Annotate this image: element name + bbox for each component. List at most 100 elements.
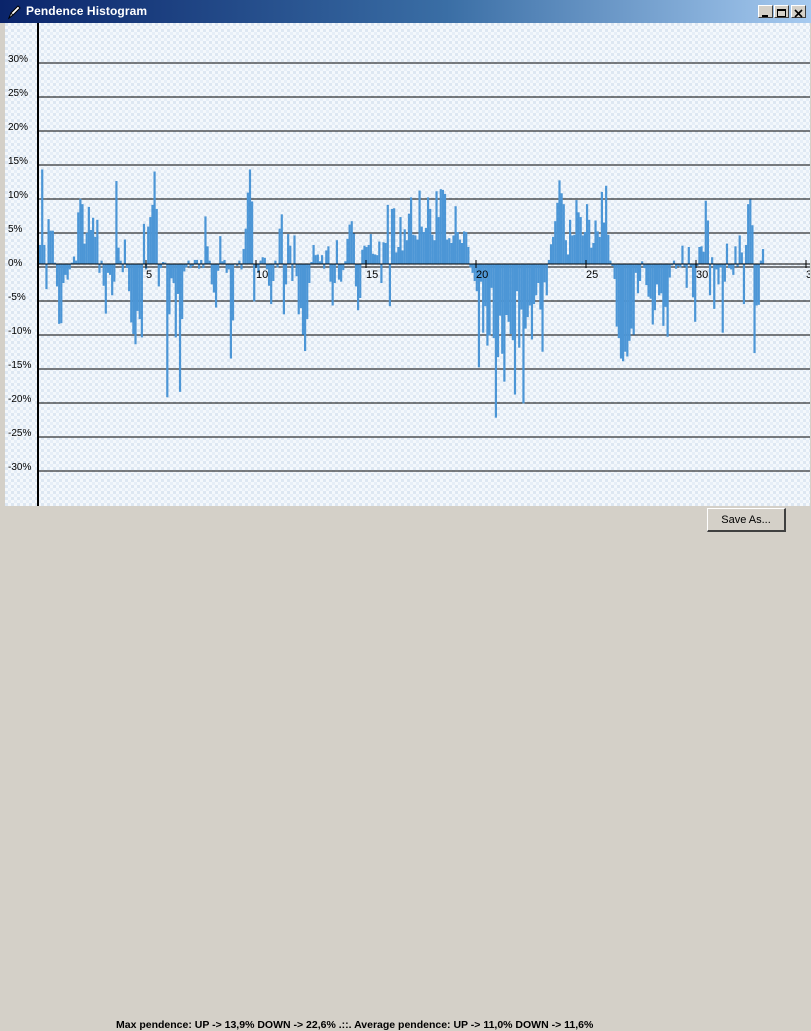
- histogram-bar: [130, 264, 133, 323]
- histogram-bar: [541, 264, 544, 352]
- histogram-bar: [530, 264, 534, 340]
- histogram-bar: [496, 264, 500, 358]
- histogram-bar: [509, 264, 512, 335]
- minimize-icon: [762, 15, 768, 17]
- histogram-bar: [39, 244, 42, 264]
- histogram-bar: [329, 264, 332, 282]
- histogram-bar: [342, 264, 345, 271]
- histogram-bar: [583, 232, 587, 264]
- histogram-bar: [734, 246, 737, 264]
- histogram-bar: [272, 264, 275, 281]
- histogram-bar: [325, 250, 328, 264]
- histogram-bar: [149, 217, 152, 264]
- histogram-bar: [198, 264, 201, 269]
- histogram-bar: [49, 230, 52, 264]
- histogram-bar: [369, 234, 372, 264]
- histogram-bar: [51, 230, 54, 264]
- histogram-bar: [412, 234, 415, 264]
- y-tick-label: -25%: [8, 428, 31, 439]
- histogram-bar: [297, 264, 300, 315]
- histogram-bar: [492, 264, 495, 339]
- y-tick-label: -5%: [8, 292, 26, 303]
- histogram-bar: [410, 197, 413, 264]
- histogram-bar: [45, 264, 48, 290]
- histogram-bar: [668, 264, 671, 278]
- histogram-bar: [386, 204, 389, 264]
- histogram-bar: [753, 264, 756, 354]
- histogram-bar: [357, 264, 360, 311]
- histogram-bar: [244, 228, 247, 264]
- histogram-bar: [397, 247, 400, 264]
- maximize-icon: [777, 9, 786, 17]
- histogram-bar: [507, 264, 510, 322]
- histogram-bar: [132, 264, 135, 335]
- histogram-bar: [195, 259, 199, 264]
- histogram-bar: [401, 250, 404, 264]
- histogram-bar: [513, 264, 517, 395]
- maximize-button[interactable]: [774, 5, 789, 18]
- x-tick-label: 10: [256, 269, 268, 281]
- histogram-bar: [106, 264, 110, 273]
- histogram-bar: [577, 212, 580, 264]
- histogram-bar: [117, 247, 120, 264]
- histogram-chart: 30% 25% 20% 15% 10% 5% 0% -5% -10% -15% -20% -25% -3…: [5, 23, 810, 506]
- histogram-bar: [231, 264, 235, 321]
- histogram-bar: [240, 264, 243, 270]
- histogram-bar: [81, 204, 84, 264]
- histogram-bar: [653, 264, 656, 311]
- histogram-window: Pendence Histogram 30% 25% 20% 15% 10% 5% 0%: [0, 0, 811, 1031]
- histogram-bar: [524, 264, 527, 329]
- histogram-bar: [732, 264, 735, 275]
- histogram-bar: [651, 264, 654, 325]
- histogram-bar: [520, 264, 523, 310]
- histogram-bar: [740, 252, 743, 264]
- histogram-bar: [460, 242, 464, 264]
- histogram-bar: [274, 260, 277, 264]
- histogram-bar: [698, 247, 701, 264]
- histogram-bar: [691, 264, 695, 298]
- histogram-bar: [719, 264, 722, 268]
- histogram-bar: [359, 264, 362, 298]
- histogram-bar: [98, 264, 101, 273]
- histogram-bar: [723, 264, 726, 282]
- histogram-bar: [111, 264, 114, 296]
- histogram-bar: [367, 244, 370, 264]
- histogram-bar: [545, 264, 548, 296]
- histogram-bar: [55, 264, 59, 287]
- histogram-bar: [450, 242, 453, 264]
- histogram-bar: [547, 259, 550, 264]
- histogram-bar: [702, 251, 705, 264]
- histogram-bar: [422, 232, 425, 264]
- histogram-bar: [350, 221, 353, 264]
- histogram-bar: [384, 242, 387, 264]
- histogram-bar: [147, 226, 150, 264]
- histogram-bar: [87, 206, 90, 264]
- histogram-bar: [592, 242, 595, 264]
- histogram-bar: [685, 264, 688, 288]
- histogram-bar: [405, 240, 408, 264]
- histogram-bar: [613, 264, 616, 279]
- histogram-bar: [715, 264, 718, 270]
- y-tick-label: -15%: [8, 360, 31, 371]
- histogram-bar: [210, 264, 213, 285]
- histogram-bar: [626, 264, 629, 357]
- histogram-bar: [708, 264, 712, 296]
- histogram-bar: [452, 235, 455, 264]
- histogram-bar: [225, 264, 228, 273]
- histogram-bar: [407, 213, 411, 264]
- title-bar[interactable]: Pendence Histogram: [0, 0, 811, 23]
- histogram-bar: [166, 264, 169, 398]
- histogram-bar: [58, 264, 61, 324]
- histogram-bar: [289, 245, 292, 264]
- histogram-bar: [522, 264, 525, 404]
- histogram-bar: [662, 264, 665, 326]
- minimize-button[interactable]: [758, 5, 773, 18]
- histogram-bar: [505, 264, 508, 315]
- close-button[interactable]: [791, 5, 806, 18]
- histogram-bar: [465, 232, 468, 264]
- histogram-bar: [516, 264, 519, 292]
- histogram-bar: [335, 240, 338, 264]
- histogram-bar: [747, 204, 750, 264]
- histogram-bar: [373, 254, 377, 264]
- save-as-button[interactable]: Save As...: [707, 508, 786, 532]
